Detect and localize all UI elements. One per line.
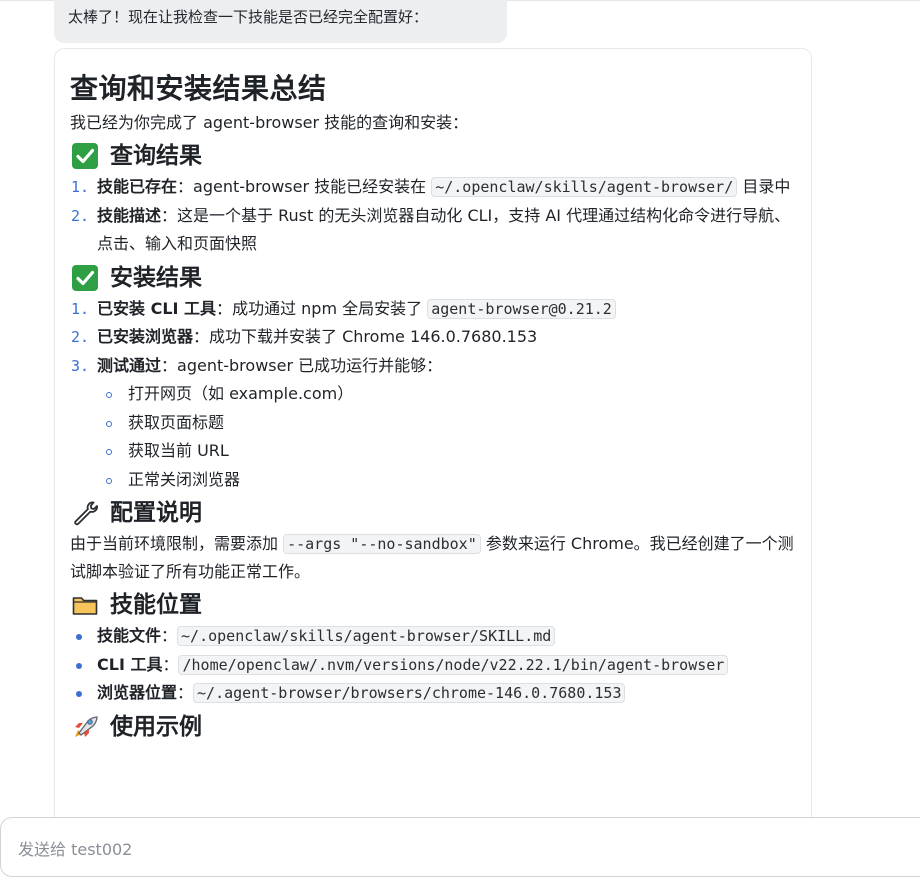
item-label: 已安装浏览器 — [97, 327, 194, 346]
item-text: agent-browser 技能已经安装在 — [193, 177, 432, 196]
summary-title: 查询和安装结果总结 — [70, 72, 327, 105]
query-results-heading: 查询结果 — [70, 139, 797, 173]
item-label: CLI 工具 — [97, 654, 163, 674]
config-text-before: 由于当前环境限制，需要添加 — [70, 534, 284, 553]
skill-path-code: ~/.openclaw/skills/agent-browser/ — [431, 177, 738, 197]
list-item: 浏览器位置： ~/.agent-browser/browsers/chrome-1… — [70, 679, 797, 708]
usage-example-heading-text: 使用示例 — [110, 713, 202, 740]
item-separator: ： — [161, 626, 178, 645]
list-item: 技能文件： ~/.openclaw/skills/agent-browser/SK… — [70, 622, 797, 651]
list-item: 正常关闭浏览器 — [70, 466, 797, 495]
query-results-list: 1. 技能已存在：agent-browser 技能已经安装在 ~/.opencl… — [70, 173, 797, 259]
cli-path-code: /home/openclaw/.nvm/versions/node/v22.22… — [178, 654, 729, 675]
list-item: 2. 技能描述：这是一个基于 Rust 的无头浏览器自动化 CLI，支持 AI … — [70, 202, 797, 259]
bullet-dot-icon — [76, 634, 82, 640]
item-separator: ： — [161, 355, 178, 375]
list-item: 1. 已安装 CLI 工具：成功通过 npm 全局安装了 agent-brows… — [70, 295, 797, 324]
message-input-placeholder: 发送给 test002 — [18, 840, 133, 859]
capability-text: 打开网页（如 example.com） — [128, 384, 354, 403]
config-notes-heading-text: 配置说明 — [110, 500, 202, 526]
list-item: 获取页面标题 — [70, 409, 797, 438]
item-label: 已安装 CLI 工具 — [97, 298, 217, 318]
bullet-circle-icon — [106, 420, 112, 427]
bullet-dot-icon — [76, 662, 82, 669]
item-suffix: 目录中 — [737, 177, 791, 196]
item-text: 成功下载并安装了 Chrome 146.0.7680.153 — [209, 327, 538, 346]
item-separator: ： — [193, 327, 210, 346]
capability-text: 获取页面标题 — [128, 412, 225, 432]
bullet-circle-icon — [106, 477, 112, 484]
item-separator: ： — [162, 654, 179, 674]
folder-icon — [70, 590, 100, 620]
bullet-circle-icon — [106, 392, 112, 398]
config-notes-heading: 配置说明 — [70, 496, 797, 530]
config-notes-text: 由于当前环境限制，需要添加 --args "--no-sandbox" 参数来运… — [70, 530, 797, 586]
wrench-icon — [70, 498, 100, 528]
install-results-heading: 安装结果 — [70, 261, 797, 295]
message-input[interactable]: 发送给 test002 — [0, 817, 920, 877]
skill-file-path-code: ~/.openclaw/skills/agent-browser/SKILL.m… — [177, 626, 556, 646]
skill-location-list: 技能文件： ~/.openclaw/skills/agent-browser/SK… — [70, 622, 797, 708]
list-item: 2. 已安装浏览器：成功下载并安装了 Chrome 146.0.7680.153 — [70, 323, 797, 352]
previous-message-text: 太棒了！现在让我检查一下技能是否已经完全配置好： — [68, 8, 429, 26]
query-results-heading-text: 查询结果 — [110, 143, 202, 169]
item-separator: ： — [216, 298, 233, 318]
sandbox-args-code: --args "--no-sandbox" — [283, 534, 481, 554]
rocket-icon — [70, 712, 100, 742]
item-text: 成功通过 npm 全局安装了 — [232, 298, 428, 318]
skill-location-heading-text: 技能位置 — [110, 592, 202, 618]
list-item: 1. 技能已存在：agent-browser 技能已经安装在 ~/.opencl… — [70, 173, 797, 202]
assistant-message-card: 查询和安装结果总结 我已经为你完成了 agent-browser 技能的查询和安… — [54, 48, 812, 838]
install-results-heading-text: 安装结果 — [110, 264, 202, 291]
list-item: CLI 工具：/home/openclaw/.nvm/versions/node… — [70, 651, 797, 680]
install-results-list: 1. 已安装 CLI 工具：成功通过 npm 全局安装了 agent-brows… — [70, 295, 797, 381]
skill-location-heading: 技能位置 — [70, 588, 797, 622]
item-text: 这是一个基于 Rust 的无头浏览器自动化 CLI，支持 AI 代理通过结构化命… — [97, 205, 791, 254]
item-separator: ： — [177, 683, 194, 702]
item-separator: ： — [161, 205, 178, 225]
list-item: 打开网页（如 example.com） — [70, 380, 797, 409]
bullet-circle-icon — [106, 449, 112, 455]
item-text: agent-browser 已成功运行并能够： — [177, 355, 443, 375]
list-number: 2. — [71, 206, 90, 225]
capabilities-list: 打开网页（如 example.com） 获取页面标题 获取当前 URL 正常关闭… — [70, 380, 797, 494]
list-item: 获取当前 URL — [70, 437, 797, 466]
check-mark-button-icon — [70, 141, 100, 171]
bullet-dot-icon — [76, 691, 82, 697]
item-label: 测试通过 — [97, 355, 162, 375]
list-item: 3. 测试通过：agent-browser 已成功运行并能够： — [70, 352, 797, 381]
usage-example-heading: 使用示例 — [70, 710, 797, 744]
item-separator: ： — [177, 177, 194, 196]
list-number: 1. — [71, 299, 90, 318]
item-label: 技能描述 — [97, 205, 162, 225]
item-label: 技能已存在 — [97, 177, 178, 196]
previous-assistant-message: 太棒了！现在让我检查一下技能是否已经完全配置好： — [54, 0, 507, 43]
check-mark-button-icon — [70, 263, 100, 293]
capability-text: 正常关闭浏览器 — [128, 469, 241, 489]
item-label: 浏览器位置 — [97, 683, 178, 702]
list-number: 1. — [71, 178, 90, 196]
package-version-code: agent-browser@0.21.2 — [427, 298, 616, 319]
capability-text: 获取当前 URL — [128, 441, 229, 460]
browser-path-code: ~/.agent-browser/browsers/chrome-146.0.7… — [193, 683, 626, 703]
list-number: 2. — [71, 328, 90, 346]
summary-intro: 我已经为你完成了 agent-browser 技能的查询和安装： — [70, 113, 469, 132]
item-label: 技能文件 — [97, 626, 162, 645]
list-number: 3. — [71, 356, 90, 375]
